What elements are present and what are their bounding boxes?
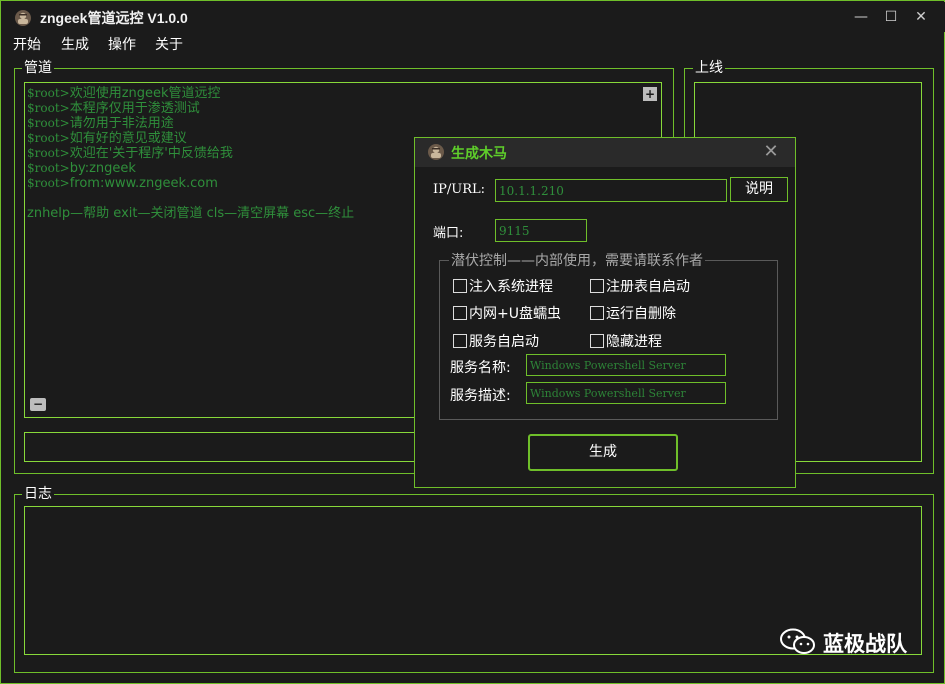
menu-generate[interactable]: 生成 — [61, 34, 89, 54]
option-label: 服务自启动 — [469, 334, 539, 350]
terminal-message: by:zngeek — [69, 161, 136, 176]
terminal-prompt: $root> — [27, 146, 70, 160]
option-service-autostart[interactable]: 服务自启动 — [453, 331, 539, 351]
terminal-prompt: $root> — [27, 131, 70, 145]
menu-about[interactable]: 关于 — [155, 34, 183, 54]
dialog-title-bar[interactable]: 生成木马 ✕ — [415, 138, 795, 167]
checkbox-icon[interactable] — [590, 306, 604, 320]
option-label: 注册表自启动 — [606, 279, 690, 295]
generate-button[interactable]: 生成 — [528, 434, 678, 471]
checkbox-icon[interactable] — [590, 334, 604, 348]
terminal-message: 欢迎使用zngeek管道远控 — [69, 86, 221, 101]
terminal-prompt: $root> — [27, 86, 70, 100]
window-title: zngeek管道远控 V1.0.0 — [40, 10, 188, 26]
terminal-message: from:www.zngeek.com — [69, 176, 218, 191]
dialog-close-icon[interactable]: ✕ — [759, 140, 783, 164]
ip-label: IP/URL: — [433, 182, 486, 197]
service-name-input[interactable] — [526, 354, 726, 376]
watermark-text: 蓝极战队 — [823, 632, 907, 656]
dialog-title: 生成木马 — [451, 146, 507, 162]
option-label: 运行自删除 — [606, 306, 676, 322]
pipe-group-label: 管道 — [22, 60, 54, 76]
terminal-prompt: $root> — [27, 101, 70, 115]
terminal-line: $root>请勿用于非法用途 — [27, 116, 659, 131]
terminal-message: 欢迎在'关于程序'中反馈给我 — [69, 146, 233, 161]
title-bar[interactable]: zngeek管道远控 V1.0.0 — ☐ ✕ — [2, 2, 945, 32]
terminal-prompt: $root> — [27, 161, 70, 175]
generate-dialog: 生成木马 ✕ IP/URL: 说明 端口: 潜伏控制——内部使用，需要请联系作者… — [414, 137, 796, 488]
option-lan-usb-worm[interactable]: 内网+U盘蠕虫 — [453, 303, 561, 323]
log-group-label: 日志 — [22, 486, 54, 502]
service-desc-input[interactable] — [526, 382, 726, 404]
option-self-delete[interactable]: 运行自删除 — [590, 303, 676, 323]
online-group-label: 上线 — [693, 60, 725, 76]
ip-url-input[interactable] — [495, 179, 727, 202]
option-label: 隐藏进程 — [606, 334, 662, 350]
terminal-line: $root>本程序仅用于渗透测试 — [27, 101, 659, 116]
menu-operate[interactable]: 操作 — [108, 34, 136, 54]
terminal-message: 本程序仅用于渗透测试 — [69, 101, 200, 116]
service-name-label: 服务名称: — [450, 360, 511, 376]
checkbox-icon[interactable] — [590, 279, 604, 293]
expand-icon[interactable]: + — [643, 87, 657, 101]
dialog-logo-icon — [428, 144, 444, 160]
explain-button[interactable]: 说明 — [730, 177, 788, 202]
terminal-line: $root>欢迎使用zngeek管道远控 — [27, 86, 659, 101]
menu-start[interactable]: 开始 — [13, 34, 41, 54]
option-hide-process[interactable]: 隐藏进程 — [590, 331, 662, 351]
app-logo-icon — [15, 10, 31, 26]
wechat-icon — [780, 628, 815, 654]
minimize-button[interactable]: — — [848, 6, 874, 28]
option-registry-autostart[interactable]: 注册表自启动 — [590, 276, 690, 296]
collapse-icon[interactable]: − — [30, 398, 46, 411]
option-inject-system-process[interactable]: 注入系统进程 — [453, 276, 553, 296]
close-button[interactable]: ✕ — [908, 6, 934, 28]
port-input[interactable] — [495, 219, 587, 242]
maximize-button[interactable]: ☐ — [878, 6, 904, 28]
terminal-message: 如有好的意见或建议 — [69, 131, 187, 146]
port-label: 端口: — [433, 226, 464, 241]
latent-control-label: 潜伏控制——内部使用，需要请联系作者 — [449, 250, 705, 270]
option-label: 内网+U盘蠕虫 — [469, 306, 561, 322]
option-label: 注入系统进程 — [469, 279, 553, 295]
terminal-prompt: $root> — [27, 116, 70, 130]
checkbox-icon[interactable] — [453, 279, 467, 293]
checkbox-icon[interactable] — [453, 306, 467, 320]
terminal-prompt: $root> — [27, 176, 70, 190]
terminal-message: 请勿用于非法用途 — [69, 116, 174, 131]
service-desc-label: 服务描述: — [450, 388, 511, 404]
checkbox-icon[interactable] — [453, 334, 467, 348]
terminal-message: znhelp—帮助 exit—关闭管道 cls—清空屏幕 esc—终止 — [27, 206, 355, 221]
menu-bar: 开始 生成 操作 关于 — [2, 32, 945, 56]
